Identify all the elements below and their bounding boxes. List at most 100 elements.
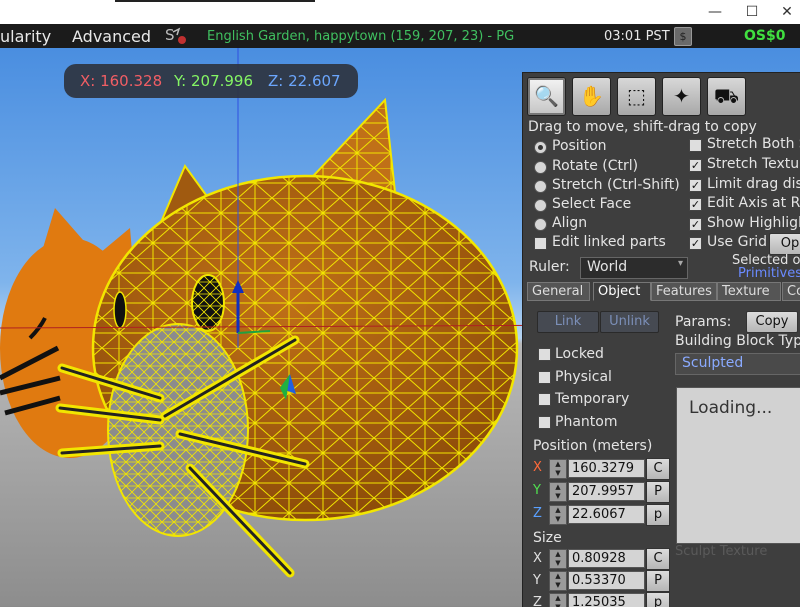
radio-button[interactable]	[534, 218, 547, 231]
position-paste-small-button[interactable]: p	[646, 504, 670, 526]
sculpt-texture-label: Sculpt Texture	[675, 544, 768, 559]
coord-x: X: 160.328	[80, 72, 163, 90]
checkbox[interactable]	[689, 139, 702, 152]
land-tool-button[interactable]: ⛟	[707, 77, 746, 116]
coord-y: Y: 207.996	[174, 72, 254, 90]
ruler-dropdown[interactable]: World ▾	[580, 257, 688, 279]
tab-texture[interactable]: Texture	[717, 282, 781, 301]
size-z-spinner[interactable]: ▲ ▼	[549, 593, 567, 607]
ruler-value: World	[587, 259, 628, 275]
size-copy-button[interactable]: C	[646, 548, 670, 570]
size-x-axis-label: X	[533, 551, 542, 566]
size-z-field[interactable]: 1.25035	[568, 593, 645, 607]
menu-singularity[interactable]: ularity	[0, 27, 51, 46]
copy-params-button[interactable]: Copy	[746, 311, 798, 333]
size-label: Size	[533, 530, 562, 546]
checkbox-label: Edit Axis at Roo	[707, 195, 800, 211]
position-x-axis-label: X	[533, 460, 542, 475]
checkbox-label: Locked	[555, 346, 604, 362]
radio-label: Position	[552, 138, 607, 154]
radio-label: Rotate (Ctrl)	[552, 158, 639, 174]
loading-text: Loading...	[689, 398, 773, 418]
radio-button[interactable]	[534, 161, 547, 174]
tab-general[interactable]: General	[527, 282, 590, 301]
minimize-button[interactable]: —	[700, 2, 730, 22]
close-button[interactable]: ✕	[772, 2, 800, 22]
location-text[interactable]: English Garden, happytown (159, 207, 23)…	[207, 29, 514, 44]
checkbox-label: Stretch Texture	[707, 156, 800, 172]
clock-text: 03:01 PST	[604, 29, 670, 44]
position-x-spinner[interactable]: ▲ ▼	[549, 459, 567, 479]
maximize-button[interactable]: ☐	[737, 2, 767, 22]
block-type-value: Sculpted	[682, 355, 744, 371]
teleport-home-icon[interactable]: S	[164, 26, 190, 46]
params-label: Params:	[675, 314, 732, 330]
block-type-label: Building Block Type	[675, 333, 800, 349]
checkbox-label: Stretch Both Si	[707, 136, 800, 152]
grab-hand-icon: ✋	[579, 84, 604, 108]
checkbox-label: Use Grid	[707, 234, 767, 250]
checkbox[interactable]	[534, 237, 547, 250]
select-tool-button[interactable]: ⬚	[617, 77, 656, 116]
zoom-tool-button[interactable]: 🔍	[527, 77, 566, 116]
position-y-field[interactable]: 207.9957	[568, 482, 645, 501]
checkbox[interactable]	[538, 348, 551, 361]
checkbox-label: Temporary	[555, 391, 630, 407]
chevron-down-icon: ▾	[677, 258, 683, 269]
position-z-field[interactable]: 22.6067	[568, 505, 645, 524]
tab-content[interactable]: Co	[782, 282, 800, 301]
svg-text:S: S	[165, 26, 175, 44]
selected-cat-object	[55, 97, 519, 578]
position-paste-button[interactable]: P	[646, 481, 670, 503]
primitives-count-text: Primitives	[738, 266, 800, 281]
radio-button[interactable]	[534, 199, 547, 212]
size-x-spinner[interactable]: ▲ ▼	[549, 549, 567, 569]
checkbox-label: Edit linked parts	[552, 234, 666, 250]
size-z-axis-label: Z	[533, 595, 542, 607]
position-z-spinner[interactable]: ▲ ▼	[549, 505, 567, 525]
size-y-field[interactable]: 0.53370	[568, 571, 645, 590]
size-paste-button[interactable]: P	[646, 570, 670, 592]
checkbox[interactable]: ✓	[689, 179, 702, 192]
coord-z: Z: 22.607	[268, 72, 341, 90]
checkbox-label: Physical	[555, 369, 612, 385]
checkbox[interactable]: ✓	[689, 198, 702, 211]
create-wand-icon: ✦	[673, 84, 690, 108]
link-button[interactable]: Link	[537, 311, 599, 333]
size-paste-small-button[interactable]: p	[646, 592, 670, 607]
checkbox[interactable]	[538, 416, 551, 429]
grid-options-button[interactable]: Op	[769, 233, 800, 255]
position-z-axis-label: Z	[533, 506, 542, 521]
size-y-spinner[interactable]: ▲ ▼	[549, 571, 567, 591]
checkbox[interactable]: ✓	[689, 218, 702, 231]
radio-button[interactable]	[534, 180, 547, 193]
grab-tool-button[interactable]: ✋	[572, 77, 611, 116]
radio-label: Select Face	[552, 196, 632, 212]
block-type-dropdown[interactable]: Sculpted	[675, 353, 800, 375]
buy-currency-icon[interactable]: $	[674, 27, 692, 46]
title-underline	[115, 0, 315, 2]
sculpt-texture-preview[interactable]: Loading...	[676, 387, 800, 544]
position-y-spinner[interactable]: ▲ ▼	[549, 482, 567, 502]
position-y-axis-label: Y	[533, 483, 541, 498]
checkbox[interactable]	[538, 393, 551, 406]
checkbox[interactable]: ✓	[689, 237, 702, 250]
zoom-icon: 🔍	[534, 84, 559, 108]
radio-label: Align	[552, 215, 588, 231]
checkbox[interactable]: ✓	[689, 159, 702, 172]
unlink-button[interactable]: Unlink	[600, 311, 659, 333]
radio-label: Stretch (Ctrl-Shift)	[552, 177, 680, 193]
position-x-field[interactable]: 160.3279	[568, 459, 645, 478]
build-hint-text: Drag to move, shift-drag to copy	[528, 119, 757, 135]
balance-text[interactable]: OS$0	[744, 28, 785, 44]
checkbox-label: Phantom	[555, 414, 618, 430]
radio-button[interactable]	[534, 141, 547, 154]
create-tool-button[interactable]: ✦	[662, 77, 701, 116]
menu-advanced[interactable]: Advanced	[72, 27, 151, 46]
tab-object[interactable]: Object	[593, 282, 651, 301]
size-x-field[interactable]: 0.80928	[568, 549, 645, 568]
tab-features[interactable]: Features	[651, 282, 717, 301]
menu-bar: ularity Advanced S English Garden, happy…	[0, 24, 800, 48]
checkbox[interactable]	[538, 371, 551, 384]
position-copy-button[interactable]: C	[646, 458, 670, 480]
